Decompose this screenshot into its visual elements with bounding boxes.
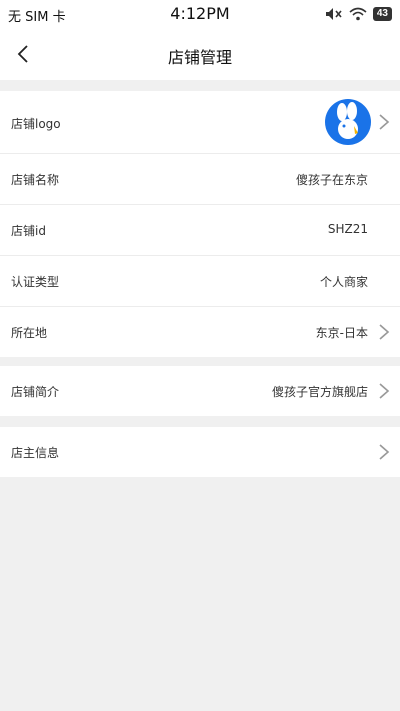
location-value: 东京-日本 [315, 326, 368, 340]
shop-name-value: 傻孩子在东京 [295, 173, 368, 187]
wifi-icon [349, 7, 367, 21]
status-bar: 无 SIM 卡 4:12PM 43 [0, 0, 400, 28]
mute-icon [325, 8, 342, 20]
location-label: 所在地 [11, 326, 48, 340]
shop-name-label: 店铺名称 [11, 173, 60, 187]
chevron-right-icon [379, 383, 390, 399]
chevron-right-icon [379, 114, 390, 130]
certification-type-value: 个人商家 [319, 275, 368, 289]
certification-type-label: 认证类型 [11, 275, 60, 289]
shop-logo-avatar[interactable] [325, 99, 371, 145]
owner-info-row[interactable]: 店主信息 [0, 427, 400, 477]
location-row[interactable]: 所在地 东京-日本 [0, 307, 400, 357]
shop-logo-label: 店铺logo [11, 117, 61, 131]
shop-id-value: SHZ21 [327, 222, 368, 236]
chevron-right-icon [379, 324, 390, 340]
shop-intro-value: 傻孩子官方旗舰店 [271, 385, 368, 399]
certification-type-row[interactable]: 认证类型 个人商家 [0, 256, 400, 307]
shop-logo-row[interactable]: 店铺logo [0, 91, 400, 154]
navigation-bar: 店铺管理 [0, 28, 400, 80]
shop-id-label: 店铺id [11, 224, 46, 238]
shop-id-row[interactable]: 店铺id SHZ21 [0, 205, 400, 256]
shop-intro-group: 店铺简介 傻孩子官方旗舰店 [0, 366, 400, 416]
page-title: 店铺管理 [167, 48, 232, 67]
battery-icon: 43 [372, 7, 392, 21]
chevron-right-icon [379, 444, 390, 460]
shop-name-row[interactable]: 店铺名称 傻孩子在东京 [0, 154, 400, 205]
shop-info-group: 店铺logo 店铺名称 傻孩子在东京 店铺id SHZ21 认证类型 个人商家 … [0, 91, 400, 357]
rabbit-logo-icon [337, 102, 358, 139]
status-icons: 43 [325, 6, 392, 22]
owner-info-label: 店主信息 [11, 446, 60, 460]
owner-info-group: 店主信息 [0, 427, 400, 477]
shop-intro-row[interactable]: 店铺简介 傻孩子官方旗舰店 [0, 366, 400, 416]
shop-intro-label: 店铺简介 [11, 385, 60, 399]
